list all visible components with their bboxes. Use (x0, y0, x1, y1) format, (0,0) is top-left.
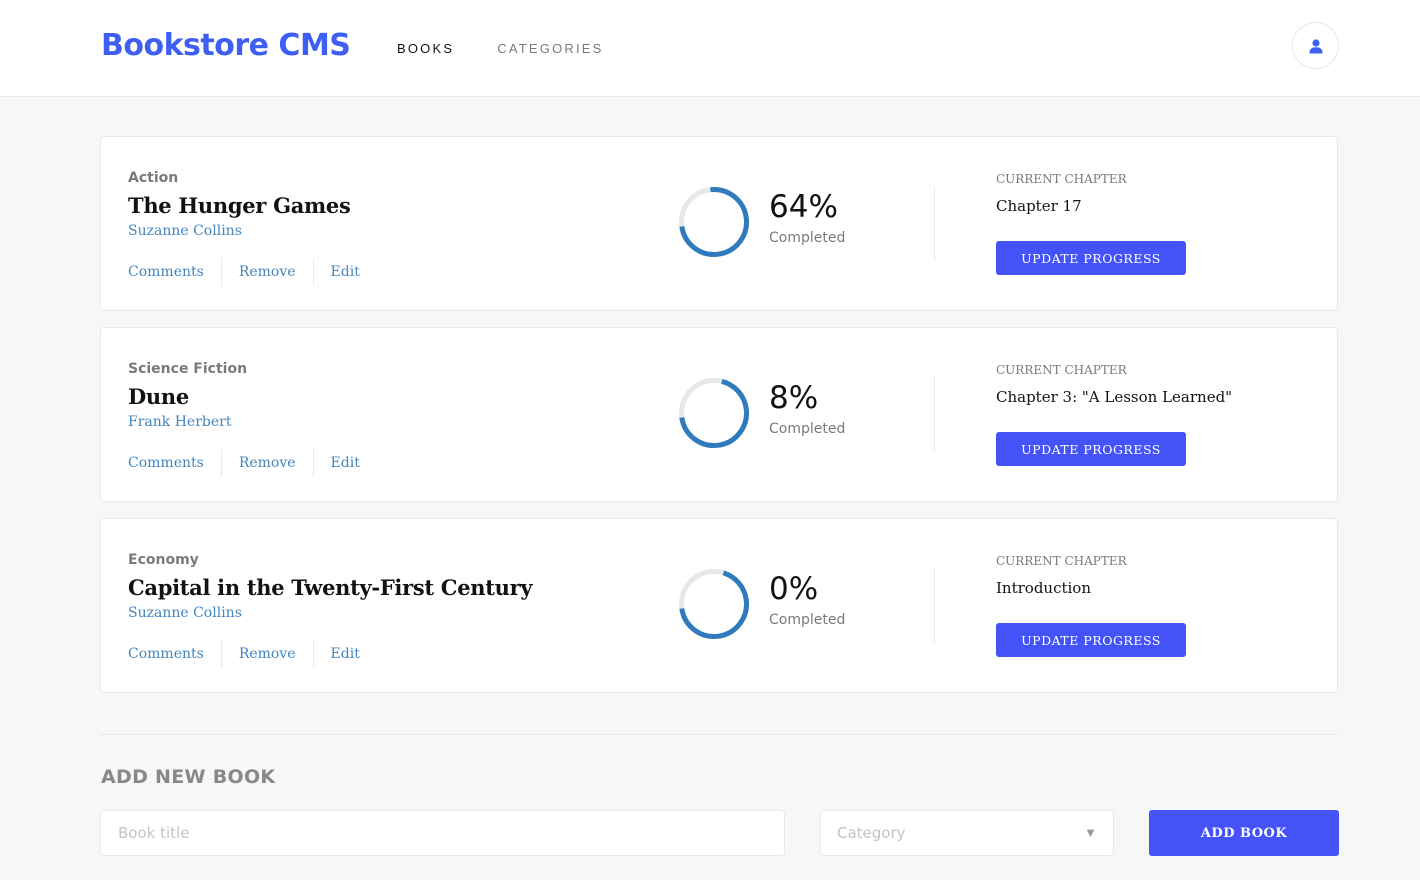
progress-arc (679, 569, 749, 639)
book-actions: Comments Remove Edit (128, 449, 360, 477)
action-divider (220, 640, 222, 668)
update-progress-button[interactable]: UPDATE PROGRESS (996, 241, 1186, 275)
progress-completed-label: Completed (769, 421, 846, 437)
remove-button[interactable]: Remove (239, 646, 296, 662)
book-author[interactable]: Frank Herbert (128, 414, 231, 430)
action-divider (312, 449, 314, 477)
book-genre: Economy (128, 552, 199, 568)
current-chapter-label: CURRENT CHAPTER (996, 554, 1127, 568)
book-genre: Science Fiction (128, 361, 248, 377)
book-author[interactable]: Suzanne Collins (128, 605, 242, 621)
progress-completed-label: Completed (769, 612, 846, 628)
progress-ring (679, 187, 749, 257)
progress-percent: 64% (769, 189, 838, 225)
vertical-divider (934, 377, 935, 452)
progress-arc (679, 378, 749, 448)
comments-button[interactable]: Comments (128, 646, 204, 662)
book-card: Action The Hunger Games Suzanne Collins … (100, 136, 1338, 311)
current-chapter-value: Introduction (996, 579, 1091, 597)
update-progress-button[interactable]: UPDATE PROGRESS (996, 623, 1186, 657)
remove-button[interactable]: Remove (239, 264, 296, 280)
nav-books-link[interactable]: BOOKS (397, 41, 454, 56)
book-title: Dune (128, 384, 189, 409)
action-divider (312, 640, 314, 668)
edit-button[interactable]: Edit (331, 455, 360, 471)
action-divider (220, 449, 222, 477)
header: Bookstore CMS BOOKS CATEGORIES (0, 0, 1420, 97)
book-actions: Comments Remove Edit (128, 640, 360, 668)
user-icon (1309, 38, 1322, 53)
vertical-divider (934, 568, 935, 643)
book-title: Capital in the Twenty-First Century (128, 575, 533, 600)
edit-button[interactable]: Edit (331, 646, 360, 662)
book-list: Action The Hunger Games Suzanne Collins … (100, 136, 1338, 709)
action-divider (220, 258, 222, 286)
nav-categories-link[interactable]: CATEGORIES (497, 41, 603, 56)
progress-completed-label: Completed (769, 230, 846, 246)
comments-button[interactable]: Comments (128, 264, 204, 280)
progress-arc (679, 187, 749, 257)
update-progress-button[interactable]: UPDATE PROGRESS (996, 432, 1186, 466)
book-card: Science Fiction Dune Frank Herbert Comme… (100, 327, 1338, 502)
current-chapter-label: CURRENT CHAPTER (996, 172, 1127, 186)
edit-button[interactable]: Edit (331, 264, 360, 280)
category-placeholder: Category (837, 824, 906, 842)
progress-percent: 8% (769, 380, 819, 416)
comments-button[interactable]: Comments (128, 455, 204, 471)
progress-ring (679, 378, 749, 448)
main-nav: BOOKS CATEGORIES (397, 41, 604, 56)
add-book-heading: ADD NEW BOOK (101, 766, 276, 788)
book-author[interactable]: Suzanne Collins (128, 223, 242, 239)
book-title-input[interactable] (100, 810, 785, 856)
vertical-divider (934, 186, 935, 261)
current-chapter-label: CURRENT CHAPTER (996, 363, 1127, 377)
book-actions: Comments Remove Edit (128, 258, 360, 286)
category-select[interactable]: Category ▼ (820, 810, 1114, 856)
action-divider (312, 258, 314, 286)
progress-ring (679, 569, 749, 639)
book-genre: Action (128, 170, 179, 186)
add-book-button[interactable]: ADD BOOK (1149, 810, 1339, 856)
current-chapter-value: Chapter 3: "A Lesson Learned" (996, 388, 1233, 406)
progress-percent: 0% (769, 571, 819, 607)
current-chapter-value: Chapter 17 (996, 197, 1082, 215)
app-logo[interactable]: Bookstore CMS (101, 28, 351, 63)
section-divider (100, 734, 1338, 735)
book-title: The Hunger Games (128, 193, 351, 218)
user-avatar-button[interactable] (1292, 22, 1339, 69)
remove-button[interactable]: Remove (239, 455, 296, 471)
book-card: Economy Capital in the Twenty-First Cent… (100, 518, 1338, 693)
chevron-down-icon: ▼ (1084, 825, 1097, 840)
